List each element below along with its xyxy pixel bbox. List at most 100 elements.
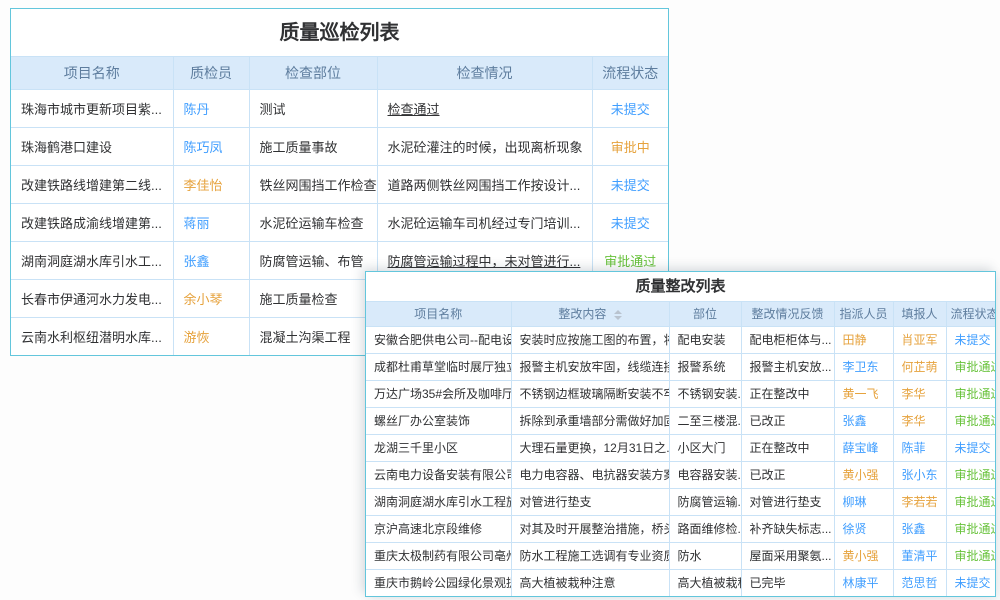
table-row: 改建铁路线增建第二线... 李佳怡 铁丝网围挡工作检查 道路两侧铁丝网围挡工作按…: [11, 165, 668, 203]
table-row: 成都杜甫草堂临时展厅独立展... 报警主机安放牢固，线缆连接... 报警系统 报…: [366, 353, 995, 380]
table-row: 京沪高速北京段维修 对其及时开展整治措施，桥头... 路面维修检... 补齐缺失…: [366, 515, 995, 542]
filler-name: 何芷萌: [893, 353, 946, 380]
project-name-link[interactable]: 湖南洞庭湖水库引水工程施工标: [366, 488, 511, 515]
rectification-list-title: 质量整改列表: [366, 272, 995, 302]
project-name-link[interactable]: 重庆太极制药有限公司亳州中...: [366, 542, 511, 569]
status-badge: 审批通过: [946, 353, 995, 380]
project-name-link[interactable]: 改建铁路成渝线增建第...: [11, 203, 173, 241]
filler-name: 陈菲: [893, 434, 946, 461]
filler-name: 李华: [893, 380, 946, 407]
filler-name: 张小东: [893, 461, 946, 488]
project-name-link[interactable]: 螺丝厂办公室装饰: [366, 407, 511, 434]
status-badge: 审批通过: [946, 461, 995, 488]
rectify-content: 对其及时开展整治措施，桥头...: [511, 515, 669, 542]
table-row: 珠海鹤港口建设 陈巧凤 施工质量事故 水泥砼灌注的时候，出现离析现象 审批中: [11, 127, 668, 165]
rectify-feedback: 报警主机安放...: [741, 353, 834, 380]
status-badge: 未提交: [946, 569, 995, 596]
rectify-part: 二至三楼混...: [669, 407, 741, 434]
project-name-link[interactable]: 万达广场35#会所及咖啡厅空...: [366, 380, 511, 407]
rectify-content: 电力电容器、电抗器安装方案,...: [511, 461, 669, 488]
status-badge: 未提交: [946, 434, 995, 461]
project-name-link[interactable]: 安徽合肥供电公司--配电设备...: [366, 326, 511, 353]
table-row: 改建铁路成渝线增建第... 蒋丽 水泥砼运输车检查 水泥砼运输车司机经过专门培训…: [11, 203, 668, 241]
project-name-link[interactable]: 云南水利枢纽潜明水库...: [11, 317, 173, 355]
rectify-part: 防腐管运输...: [669, 488, 741, 515]
inspection-part: 防腐管运输、布管: [249, 241, 377, 279]
page: 质量巡检列表 项目名称 质检员 检查部位 检查情况 流程状态 珠海市城市更新项目…: [0, 0, 1000, 600]
inspection-list-title: 质量巡检列表: [11, 9, 668, 57]
rectify-feedback: 对管进行垫支: [741, 488, 834, 515]
inspector-name: 陈巧凤: [173, 127, 249, 165]
project-name-link[interactable]: 珠海市城市更新项目紫...: [11, 89, 173, 127]
rectify-part: 配电安装: [669, 326, 741, 353]
inspection-part: 混凝土沟渠工程: [249, 317, 377, 355]
status-badge: 未提交: [946, 326, 995, 353]
rectify-content: 拆除到承重墙部分需做好加固...: [511, 407, 669, 434]
assignee-name: 张鑫: [834, 407, 893, 434]
rectify-part: 防水: [669, 542, 741, 569]
status-badge: 未提交: [592, 89, 668, 127]
column-header-feedback: 整改情况反馈: [741, 302, 834, 326]
project-name-link[interactable]: 龙湖三千里小区: [366, 434, 511, 461]
status-badge: 未提交: [592, 203, 668, 241]
column-header-filler: 填报人: [893, 302, 946, 326]
table-row: 安徽合肥供电公司--配电设备... 安装时应按施工图的布置，将... 配电安装 …: [366, 326, 995, 353]
column-header-project: 项目名称: [366, 302, 511, 326]
inspection-situation: 道路两侧铁丝网围挡工作按设计...: [377, 165, 592, 203]
assignee-name: 薛宝峰: [834, 434, 893, 461]
project-name-link[interactable]: 重庆市鹅岭公园绿化景观提升...: [366, 569, 511, 596]
table-row: 龙湖三千里小区 大理石量更换，12月31日之... 小区大门 正在整改中 薛宝峰…: [366, 434, 995, 461]
rectify-feedback: 补齐缺失标志...: [741, 515, 834, 542]
column-header-inspector: 质检员: [173, 57, 249, 89]
rectify-feedback: 正在整改中: [741, 434, 834, 461]
column-header-part: 检查部位: [249, 57, 377, 89]
rectify-content: 报警主机安放牢固，线缆连接...: [511, 353, 669, 380]
filler-name: 范思哲: [893, 569, 946, 596]
filler-name: 肖亚军: [893, 326, 946, 353]
assignee-name: 黄一飞: [834, 380, 893, 407]
assignee-name: 黄小强: [834, 542, 893, 569]
rectify-content: 安装时应按施工图的布置，将...: [511, 326, 669, 353]
rectification-table: 项目名称 整改内容 部位 整改情况反馈 指派人员 填报人 流程状态 安徽合肥供电…: [366, 302, 995, 596]
status-badge: 审批通过: [946, 515, 995, 542]
rectify-part: 电容器安装...: [669, 461, 741, 488]
assignee-name: 柳琳: [834, 488, 893, 515]
header-row: 项目名称 整改内容 部位 整改情况反馈 指派人员 填报人 流程状态: [366, 302, 995, 326]
project-name-link[interactable]: 珠海鹤港口建设: [11, 127, 173, 165]
inspection-situation: 水泥砼灌注的时候，出现离析现象: [377, 127, 592, 165]
rectify-part: 报警系统: [669, 353, 741, 380]
project-name-link[interactable]: 成都杜甫草堂临时展厅独立展...: [366, 353, 511, 380]
project-name-link[interactable]: 改建铁路线增建第二线...: [11, 165, 173, 203]
project-name-link[interactable]: 京沪高速北京段维修: [366, 515, 511, 542]
status-badge: 审批通过: [946, 488, 995, 515]
project-name-link[interactable]: 长春市伊通河水力发电...: [11, 279, 173, 317]
project-name-link[interactable]: 湖南洞庭湖水库引水工...: [11, 241, 173, 279]
column-header-assignee: 指派人员: [834, 302, 893, 326]
project-name-link[interactable]: 云南电力设备安装有限公司20...: [366, 461, 511, 488]
rectify-feedback: 屋面采用聚氨...: [741, 542, 834, 569]
column-header-label: 整改内容: [558, 307, 606, 321]
column-header-project: 项目名称: [11, 57, 173, 89]
filler-name: 李若若: [893, 488, 946, 515]
rectify-feedback: 已完毕: [741, 569, 834, 596]
rectify-feedback: 正在整改中: [741, 380, 834, 407]
rectify-content: 不锈钢边框玻璃隔断安装不牢...: [511, 380, 669, 407]
assignee-name: 林康平: [834, 569, 893, 596]
filler-name: 张鑫: [893, 515, 946, 542]
inspector-name: 李佳怡: [173, 165, 249, 203]
inspector-name: 余小琴: [173, 279, 249, 317]
status-badge: 未提交: [592, 165, 668, 203]
rectify-part: 小区大门: [669, 434, 741, 461]
inspector-name: 张鑫: [173, 241, 249, 279]
inspection-part: 铁丝网围挡工作检查: [249, 165, 377, 203]
header-row: 项目名称 质检员 检查部位 检查情况 流程状态: [11, 57, 668, 89]
rectify-content: 对管进行垫支: [511, 488, 669, 515]
column-header-content-sortable[interactable]: 整改内容: [511, 302, 669, 326]
column-header-situation: 检查情况: [377, 57, 592, 89]
rectify-part: 不锈钢安装...: [669, 380, 741, 407]
sort-icon[interactable]: [614, 310, 622, 320]
rectify-feedback: 配电柜柜体与...: [741, 326, 834, 353]
rectify-part: 高大植被栽种: [669, 569, 741, 596]
inspector-name: 游恢: [173, 317, 249, 355]
inspection-situation: 检查通过: [377, 89, 592, 127]
